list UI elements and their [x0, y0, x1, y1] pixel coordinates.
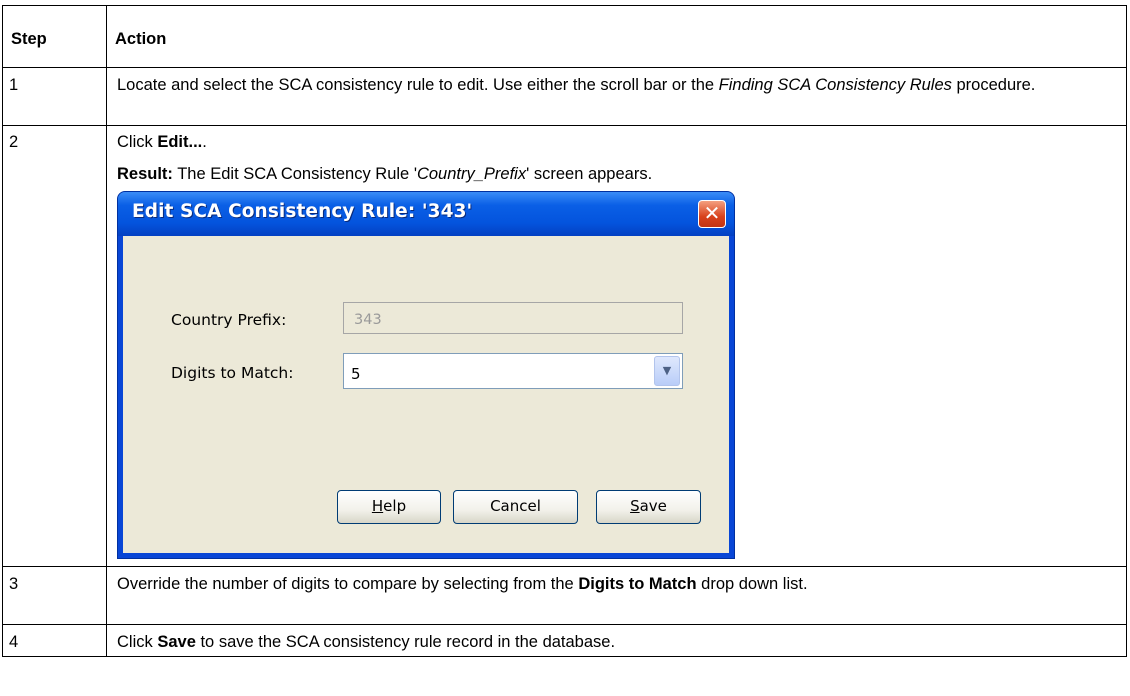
cancel-button[interactable]: Cancel	[453, 490, 578, 524]
help-mnemonic: H	[371, 497, 384, 515]
procedure-reference: Finding SCA Consistency Rules	[718, 76, 952, 94]
step-action: Override the number of digits to compare…	[106, 566, 1127, 625]
save-label: ave	[639, 497, 667, 515]
close-icon[interactable]: ✕	[698, 200, 726, 228]
column-header-step: Step	[2, 5, 107, 68]
digits-to-match-value: 5	[351, 365, 361, 383]
click-instruction: Click Edit....	[117, 131, 1118, 153]
save-reference: Save	[157, 633, 196, 651]
help-button[interactable]: Help	[337, 490, 441, 524]
help-label: elp	[383, 497, 407, 515]
edit-rule-dialog: Edit SCA Consistency Rule: '343' ✕ Count…	[117, 191, 735, 559]
table-row: 1 Locate and select the SCA consistency …	[2, 67, 1127, 126]
action-text: ' screen appears.	[526, 165, 653, 183]
dialog-body: Country Prefix: 343 Digits to Match: 5 ▼…	[123, 236, 729, 553]
action-text: The Edit SCA Consistency Rule '	[172, 165, 417, 183]
digits-to-match-label: Digits to Match:	[171, 364, 294, 382]
table-row: 3 Override the number of digits to compa…	[2, 566, 1127, 625]
step-number: 3	[2, 566, 107, 625]
save-mnemonic: S	[630, 497, 640, 515]
column-header-action: Action	[106, 5, 1127, 68]
country-prefix-label: Country Prefix:	[171, 311, 287, 329]
edit-command: Edit...	[157, 133, 203, 151]
action-text: Locate and select the SCA consistency ru…	[117, 76, 719, 94]
action-text: to save the SCA consistency rule record …	[195, 633, 616, 651]
table-header-row: Step Action	[2, 5, 1127, 68]
table-row: 2 Click Edit.... Result: The Edit SCA Co…	[2, 125, 1127, 567]
dialog-title: Edit SCA Consistency Rule: '343'	[132, 201, 473, 222]
field-reference: Digits to Match	[578, 575, 697, 593]
step-action: Click Edit.... Result: The Edit SCA Cons…	[106, 125, 1127, 567]
action-text: .	[202, 133, 207, 151]
digits-to-match-dropdown[interactable]: 5 ▼	[343, 353, 683, 389]
result-label: Result:	[117, 165, 173, 183]
action-text: procedure.	[951, 76, 1036, 94]
action-text: Override the number of digits to compare…	[117, 575, 579, 593]
step-number: 2	[2, 125, 107, 567]
action-text: Click	[117, 133, 158, 151]
dialog-titlebar: Edit SCA Consistency Rule: '343' ✕	[118, 192, 734, 236]
step-number: 1	[2, 67, 107, 126]
step-number: 4	[2, 624, 107, 657]
table-row: 4 Click Save to save the SCA consistency…	[2, 624, 1127, 657]
country-prefix-field: 343	[343, 302, 683, 334]
step-action: Locate and select the SCA consistency ru…	[106, 67, 1127, 126]
action-text: Click	[117, 633, 158, 651]
result-text: Result: The Edit SCA Consistency Rule 'C…	[117, 163, 1118, 185]
save-button[interactable]: Save	[596, 490, 701, 524]
step-action: Click Save to save the SCA consistency r…	[106, 624, 1127, 657]
chevron-down-icon[interactable]: ▼	[654, 356, 680, 386]
screen-name: Country_Prefix	[416, 165, 527, 183]
procedure-table: Step Action 1 Locate and select the SCA …	[2, 5, 1127, 657]
action-text: drop down list.	[696, 575, 808, 593]
